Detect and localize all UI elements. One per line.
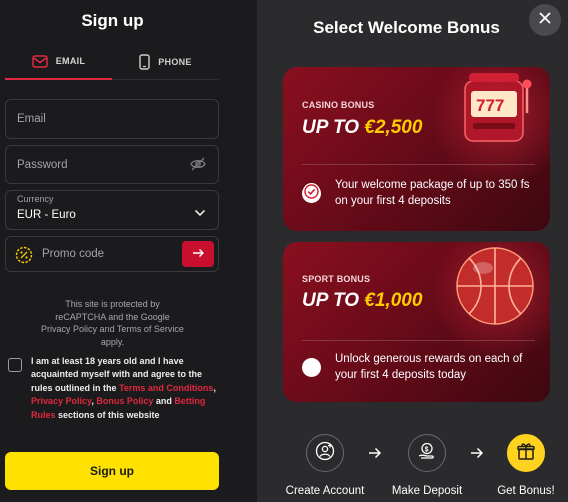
coin-hand-icon: $	[417, 441, 437, 466]
step-get-bonus	[507, 434, 545, 472]
sport-bonus-description: Unlock generous rewards on each of your …	[335, 353, 523, 381]
terms-link[interactable]: Terms and Conditions	[119, 383, 213, 393]
consent-text-2: ,	[213, 382, 216, 393]
bonus-policy-link[interactable]: Bonus Policy	[96, 396, 153, 406]
step-make-deposit: $	[408, 434, 446, 472]
gift-icon	[516, 441, 536, 466]
mail-icon	[32, 54, 48, 68]
casino-bonus-amount: UP TO €2,500	[302, 117, 422, 139]
user-plus-icon	[315, 441, 335, 466]
tab-email-label: EMAIL	[55, 56, 86, 66]
signup-panel: Sign up EMAIL PHONE Email Password Curre…	[0, 0, 225, 502]
step-get-bonus-label: Get Bonus!	[497, 485, 555, 497]
email-field[interactable]: Email	[5, 99, 219, 139]
tab-email[interactable]: EMAIL	[5, 44, 112, 80]
arrow-right-icon	[192, 245, 205, 263]
casino-bonus-description: Your welcome package of up to 350 fs on …	[335, 179, 530, 207]
consent-text-5: sections of this website	[55, 409, 160, 420]
slot-machine-image: 777	[453, 67, 548, 154]
signup-button[interactable]: Sign up	[5, 452, 219, 490]
casino-bonus-card[interactable]: 777 CASINO BONUS UP TO €2,500 Your welco…	[283, 67, 550, 231]
check-icon	[302, 182, 321, 206]
sport-amount-prefix: UP TO	[302, 290, 365, 311]
arrow-right-icon	[470, 446, 484, 464]
casino-selected-radio[interactable]	[302, 182, 321, 206]
close-icon	[538, 11, 552, 30]
sport-bonus-amount: UP TO €1,000	[302, 290, 422, 312]
password-placeholder: Password	[17, 158, 68, 171]
promo-placeholder: Promo code	[42, 248, 105, 260]
currency-label: Currency	[17, 194, 54, 204]
bonus-panel: Select Welcome Bonus 777 CASINO BONUS UP…	[257, 0, 568, 502]
currency-select[interactable]: Currency EUR - Euro	[5, 190, 219, 230]
consent-text-4: and	[153, 396, 175, 407]
eye-off-icon[interactable]	[190, 157, 206, 176]
apply-promo-button[interactable]	[182, 241, 214, 267]
bonus-steps: $ Create Account Make Deposit Get Bonus!	[257, 434, 568, 502]
consent-text: I am at least 18 years old and I have ac…	[31, 355, 221, 422]
svg-text:$: $	[425, 446, 429, 453]
svg-text:777: 777	[476, 96, 504, 115]
basketball-image	[445, 242, 545, 341]
bonus-title-text: Select Welcome Bonus	[313, 18, 500, 37]
promo-badge-icon	[15, 246, 33, 269]
bonus-title: Select Welcome Bonus	[257, 18, 568, 38]
sport-bonus-card[interactable]: SPORT BONUS UP TO €1,000 Unlock generous…	[283, 242, 550, 402]
privacy-policy-link[interactable]: Privacy Policy	[31, 396, 91, 406]
casino-amount-value: €2,500	[364, 117, 423, 138]
casino-amount-prefix: UP TO	[302, 117, 365, 138]
email-placeholder: Email	[17, 113, 46, 125]
signup-title: Sign up	[81, 11, 144, 30]
password-field[interactable]: Password	[5, 145, 219, 184]
casino-bonus-tag: CASINO BONUS	[302, 100, 375, 110]
sport-amount-value: €1,000	[364, 290, 423, 311]
recaptcha-notice: This site is protected by reCAPTCHA and …	[41, 299, 184, 347]
step-make-deposit-label: Make Deposit	[391, 485, 463, 497]
sport-unselected-radio[interactable]	[302, 358, 321, 377]
auth-tabs: EMAIL PHONE	[5, 44, 219, 80]
consent-checkbox[interactable]	[8, 358, 22, 372]
step-create-account	[306, 434, 344, 472]
arrow-right-icon	[368, 446, 382, 464]
step-create-account-label: Create Account	[285, 485, 365, 497]
phone-icon	[139, 54, 150, 70]
chevron-down-icon	[194, 204, 206, 222]
currency-value: EUR - Euro	[17, 209, 76, 221]
tab-phone-label: PHONE	[158, 57, 192, 67]
sport-bonus-tag: SPORT BONUS	[302, 274, 371, 284]
tab-phone[interactable]: PHONE	[112, 44, 219, 80]
promo-code-field[interactable]: Promo code	[5, 236, 219, 272]
close-button[interactable]	[529, 4, 561, 36]
